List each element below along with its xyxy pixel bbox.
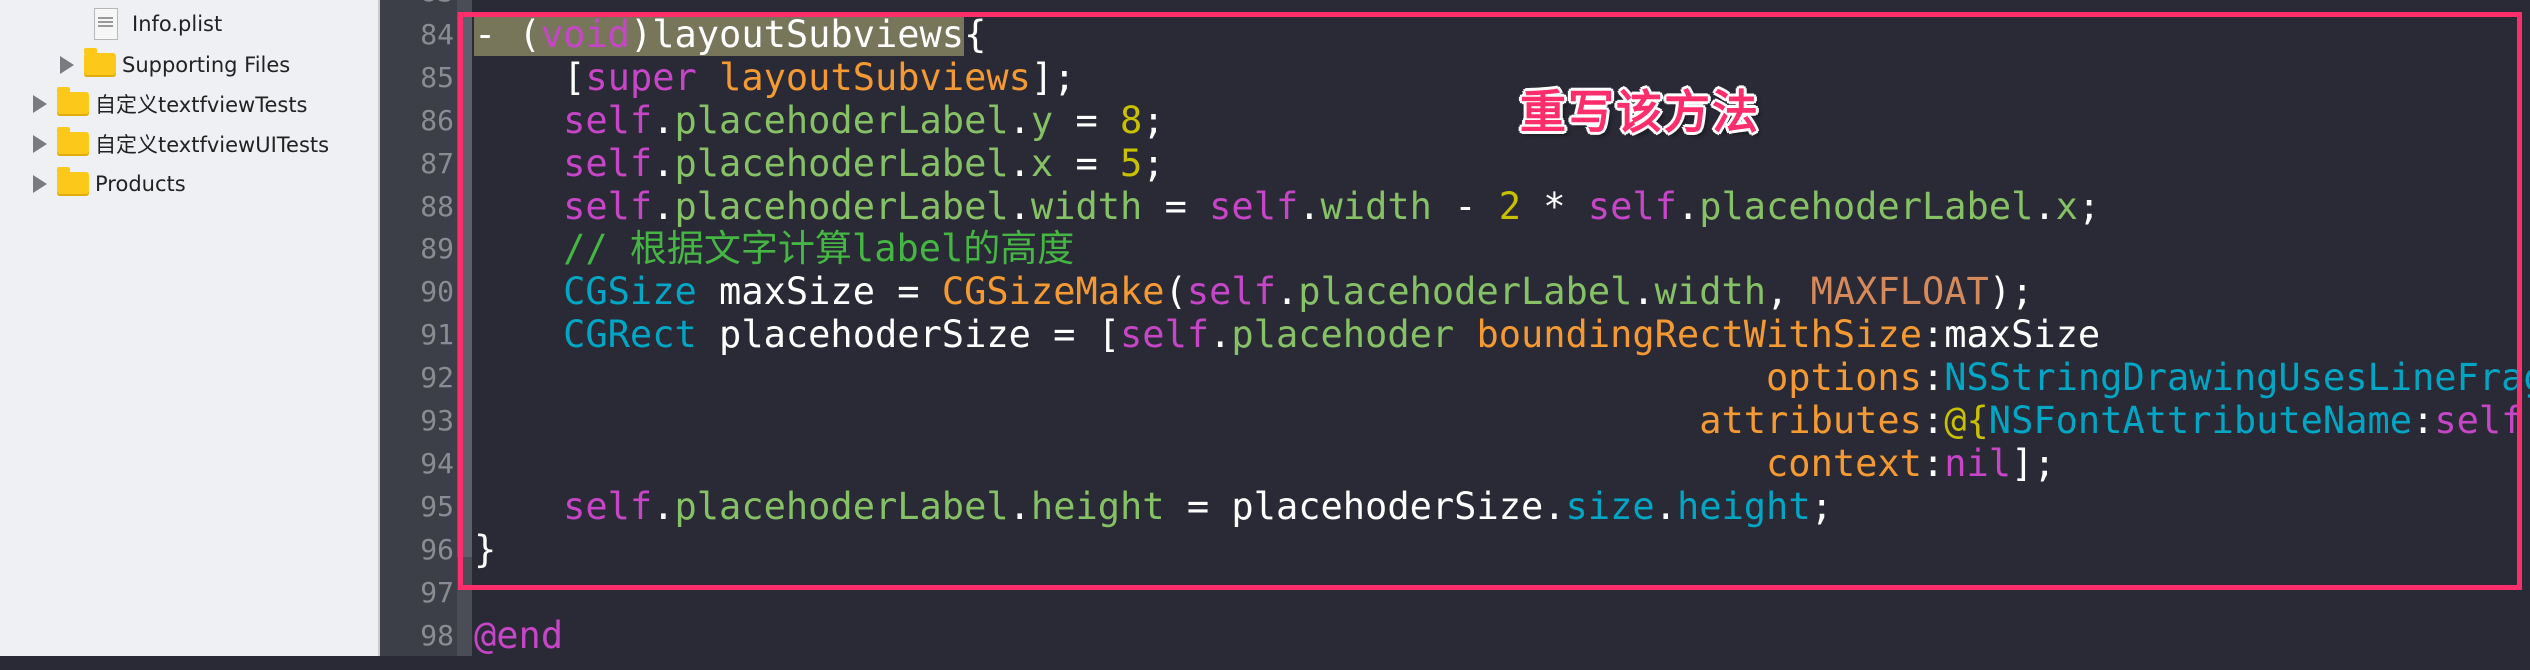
line-number: 88 (420, 189, 454, 223)
folder-icon (57, 167, 89, 196)
disclosure-triangle-icon[interactable] (60, 56, 74, 74)
line-number: 94 (420, 446, 454, 480)
code-line[interactable]: 98 @end (380, 614, 2530, 657)
line-number: 92 (420, 361, 454, 395)
line-number: 83 (380, 0, 454, 13)
code-text: @end (474, 614, 563, 657)
line-number: 90 (420, 275, 454, 309)
code-token: . (2523, 399, 2530, 442)
line-number: 84 (420, 17, 454, 51)
disclosure-triangle-icon[interactable] (33, 95, 47, 113)
nav-item-label: Supporting Files (122, 53, 291, 77)
plist-file-icon (94, 8, 118, 40)
folder-icon (57, 127, 89, 156)
line-number: 93 (420, 404, 454, 437)
folder-icon (57, 87, 89, 116)
disclosure-triangle-icon[interactable] (33, 135, 47, 153)
line-number: 91 (420, 318, 454, 352)
line-number: 95 (420, 489, 454, 523)
folder-icon (84, 48, 116, 77)
nav-item-tests[interactable]: 自定义textfviewTests (33, 84, 308, 124)
nav-item-label: Info.plist (132, 12, 223, 36)
line-number: 86 (420, 103, 454, 137)
nav-item-uitests[interactable]: 自定义textfviewUITests (33, 124, 329, 164)
line-number: 87 (420, 146, 454, 180)
nav-item-label: 自定义textfviewTests (95, 93, 308, 117)
disclosure-triangle-icon[interactable] (33, 175, 47, 193)
highlight-annotation-box (458, 12, 2522, 590)
line-number: 98 (420, 618, 454, 652)
nav-item-label: Products (95, 172, 186, 196)
nav-item-label: 自定义textfviewUITests (95, 133, 330, 157)
line-number: 96 (420, 532, 454, 566)
line-number: 89 (420, 232, 454, 266)
nav-item-supporting-files[interactable]: Supporting Files (60, 45, 290, 85)
nav-item-products[interactable]: Products (33, 164, 186, 204)
line-number: 85 (420, 60, 454, 94)
nav-item-info-plist[interactable]: Info.plist (94, 4, 222, 44)
annotation-text: 重写该方法 (1520, 85, 1760, 139)
line-number: 97 (420, 575, 454, 609)
project-navigator: Info.plist Supporting Files 自定义textfview… (0, 0, 380, 656)
code-token: @end (474, 613, 564, 657)
